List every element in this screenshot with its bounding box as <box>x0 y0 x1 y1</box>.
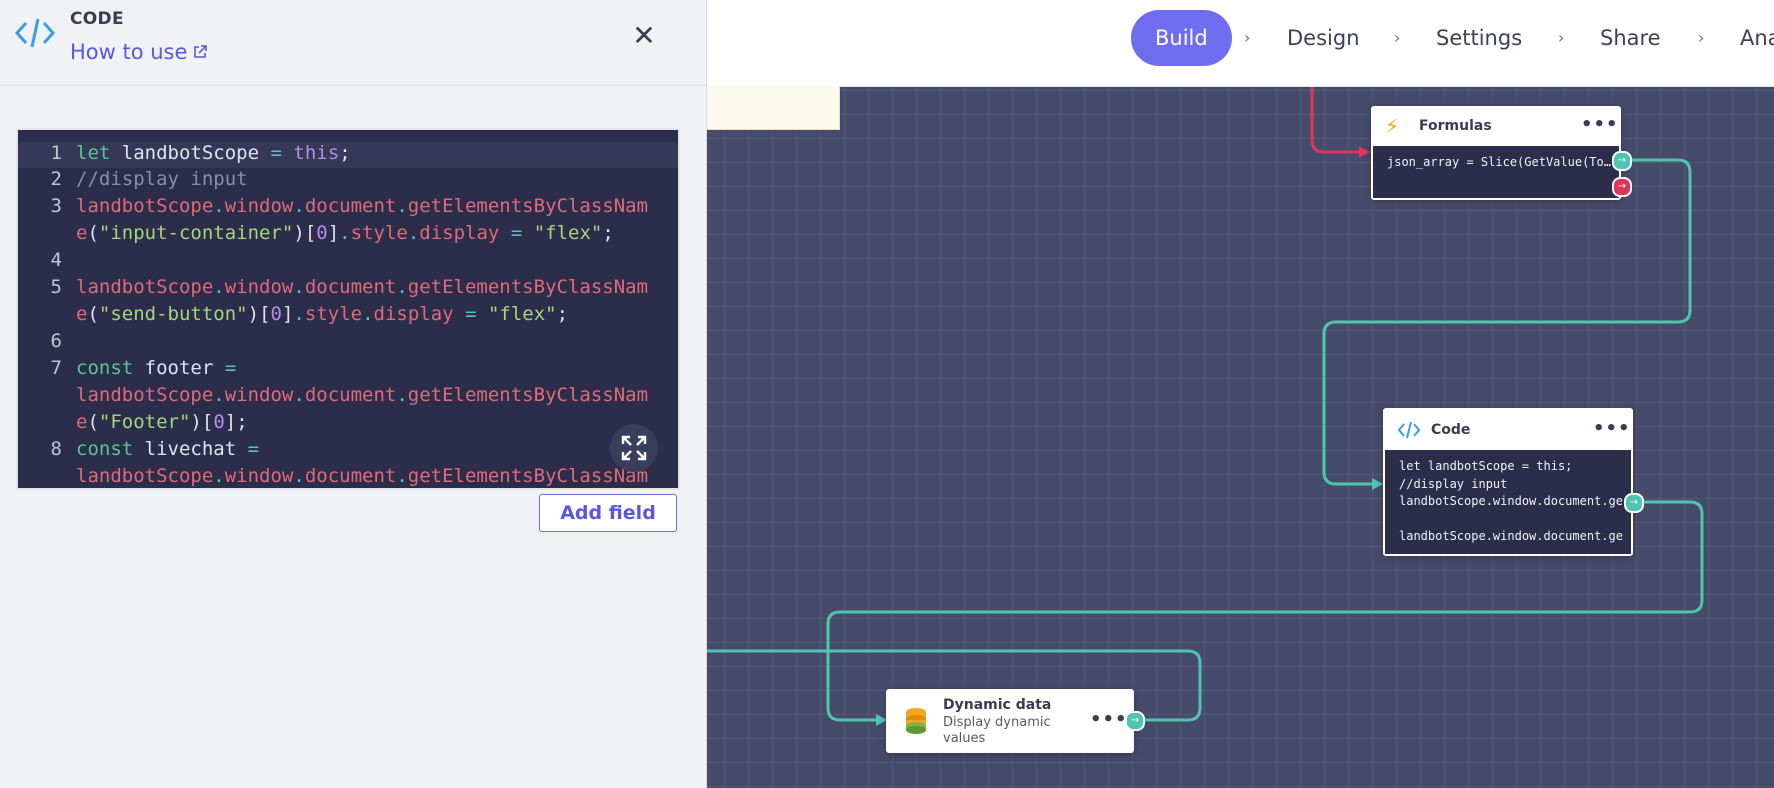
output-port-success[interactable]: → <box>1624 493 1644 513</box>
code-editor[interactable]: 1 let landbotScope = this; 2 //display i… <box>16 128 680 490</box>
code-icon <box>1397 421 1421 439</box>
block-code-preview: json_array = Slice(GetValue(To… <box>1373 146 1619 198</box>
expand-icon <box>621 435 647 461</box>
block-menu-button[interactable]: ••• <box>1593 418 1631 439</box>
line-text: landbotScope.window.document.getElements… <box>76 465 649 487</box>
nav-separator: › <box>1244 28 1251 47</box>
nav-separator: › <box>1558 28 1565 47</box>
line-text: landbotScope.window.document.getElements… <box>76 276 649 298</box>
nav-tab-build[interactable]: Build <box>1131 10 1232 66</box>
nav-separator: › <box>1698 28 1705 47</box>
code-block[interactable]: Code ••• let landbotScope = this; //disp… <box>1383 408 1633 556</box>
line-text: landbotScope.window.document.getElements… <box>76 195 649 217</box>
nav-tab-analytics[interactable]: Ana <box>1740 10 1774 66</box>
line-text: e("input-container")[0].style.display = … <box>76 222 614 244</box>
line-text: landbotScope.window.document.getElements… <box>76 384 649 406</box>
how-to-use-label: How to use <box>70 40 188 64</box>
line-text: const footer = <box>76 357 237 379</box>
close-button[interactable]: ✕ <box>628 20 660 52</box>
block-menu-button[interactable]: ••• <box>1090 709 1128 730</box>
nav-tab-share[interactable]: Share <box>1600 10 1661 66</box>
nav-tab-design[interactable]: Design <box>1287 10 1360 66</box>
external-link-icon <box>194 45 208 58</box>
line-number: 1 <box>50 142 62 164</box>
output-port-error[interactable]: → <box>1612 177 1632 197</box>
lightning-icon: ⚡ <box>1385 114 1400 138</box>
block-title: Code <box>1431 422 1471 438</box>
line-number: 2 <box>50 168 62 190</box>
panel-header: CODE How to use ✕ <box>0 0 706 86</box>
nav-tab-settings[interactable]: Settings <box>1436 10 1522 66</box>
add-field-button[interactable]: Add field <box>539 494 677 532</box>
line-number: 7 <box>50 357 62 379</box>
line-number: 3 <box>50 195 62 217</box>
note-block[interactable] <box>706 86 840 130</box>
line-number: 6 <box>50 330 62 352</box>
line-number: 4 <box>50 249 62 271</box>
block-subtitle: values <box>943 731 986 746</box>
block-code-preview: let landbotScope = this; //display input… <box>1385 450 1631 554</box>
line-text: e("send-button")[0].style.display = "fle… <box>76 303 569 325</box>
how-to-use-link[interactable]: How to use <box>70 40 208 64</box>
code-icon <box>14 18 56 48</box>
block-title: Formulas <box>1419 118 1492 134</box>
top-navigation: Build › Design › Settings › Share › Ana <box>706 0 1774 87</box>
code-line: 1 let landbotScope = this; <box>18 142 678 168</box>
expand-editor-button[interactable] <box>610 424 658 472</box>
code-settings-panel: CODE How to use ✕ 1 let landbotScope = t… <box>0 0 707 788</box>
block-header: Code ••• <box>1383 408 1633 446</box>
line-number: 8 <box>50 438 62 460</box>
line-text: e("Footer")[0]; <box>76 411 248 433</box>
nav-separator: › <box>1394 28 1401 47</box>
panel-title: CODE <box>70 9 124 29</box>
line-number: 5 <box>50 276 62 298</box>
block-menu-button[interactable]: ••• <box>1581 114 1619 135</box>
dynamic-data-block[interactable]: Dynamic data Display dynamic values ••• <box>886 689 1134 753</box>
database-icon <box>906 708 926 734</box>
block-title: Dynamic data <box>943 697 1052 713</box>
line-text: let landbotScope = this; <box>76 142 351 164</box>
line-text: //display input <box>76 168 248 190</box>
formulas-block[interactable]: ⚡ Formulas ••• json_array = Slice(GetVal… <box>1371 106 1621 200</box>
block-subtitle: Display dynamic <box>943 715 1051 730</box>
block-header: ⚡ Formulas ••• <box>1371 106 1621 144</box>
output-port-success[interactable]: → <box>1125 711 1145 731</box>
output-port-success[interactable]: → <box>1612 151 1632 171</box>
line-text: const livechat = <box>76 438 260 460</box>
